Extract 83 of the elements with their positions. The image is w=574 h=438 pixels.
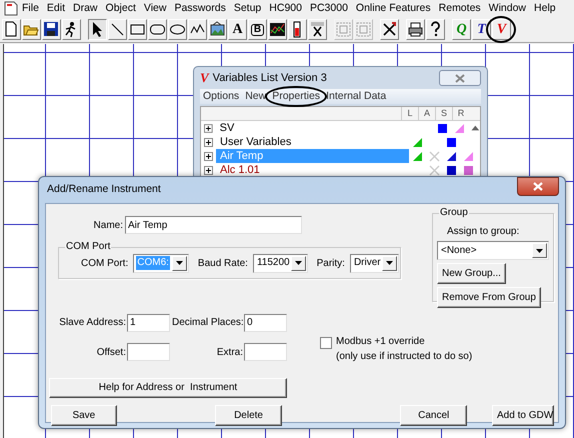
save-icon bbox=[43, 21, 60, 38]
checkbox-note: (only use if instructed to do so) bbox=[336, 350, 472, 364]
close-icon bbox=[533, 182, 543, 191]
expand-icon bbox=[204, 152, 213, 160]
group-legend: Group bbox=[439, 206, 469, 220]
cross-icon bbox=[429, 164, 440, 176]
line-icon bbox=[109, 21, 126, 38]
field-label: Extra: bbox=[216, 346, 244, 360]
tool-button[interactable]: A bbox=[228, 19, 247, 40]
dialog-button[interactable]: Save bbox=[51, 405, 117, 426]
expand-icon bbox=[204, 166, 213, 174]
menu-item[interactable]: Internal Data bbox=[323, 88, 390, 104]
help-button[interactable]: Help for Address or Instrument bbox=[49, 378, 287, 398]
dialog-button[interactable]: Cancel bbox=[400, 405, 467, 426]
column-header[interactable]: S bbox=[435, 107, 452, 120]
dropdown-field[interactable]: <None> bbox=[437, 241, 549, 260]
tools-icon bbox=[381, 21, 398, 38]
menu-item[interactable]: HC900 bbox=[265, 1, 306, 16]
menu-item[interactable]: PC3000 bbox=[306, 1, 352, 16]
tool-button[interactable]: B bbox=[248, 19, 267, 40]
dropdown-arrow-icon bbox=[386, 261, 393, 265]
field-label: Name: bbox=[92, 218, 124, 232]
menu-item[interactable]: Help bbox=[530, 1, 560, 16]
menu-item[interactable]: Edit bbox=[42, 1, 70, 16]
dropdown-arrow-icon bbox=[536, 248, 543, 252]
column-header[interactable]: L bbox=[401, 107, 418, 120]
column-header[interactable]: R bbox=[452, 107, 469, 120]
dropdown-arrow-icon bbox=[294, 261, 302, 265]
picture-icon bbox=[209, 21, 226, 38]
name-field[interactable]: Air Temp bbox=[125, 216, 302, 234]
document-icon bbox=[4, 1, 18, 16]
menu-item[interactable]: Options bbox=[200, 88, 242, 104]
expand-icon bbox=[204, 138, 213, 146]
tool-button[interactable]: V bbox=[492, 19, 511, 40]
column-header[interactable]: A bbox=[418, 107, 435, 120]
field-label: Decimal Places: bbox=[172, 316, 244, 330]
group-button[interactable]: Remove From Group bbox=[437, 287, 541, 308]
menu-item[interactable]: File bbox=[18, 1, 43, 16]
text-field[interactable] bbox=[127, 343, 170, 362]
scroll-up-icon bbox=[471, 125, 480, 131]
group-button[interactable]: New Group... bbox=[437, 263, 506, 284]
menu-item[interactable]: Passwords bbox=[170, 1, 230, 16]
field-label: Parity: bbox=[316, 256, 345, 270]
group-icon bbox=[335, 21, 352, 38]
menu-item[interactable]: Window bbox=[484, 1, 530, 16]
close-icon bbox=[455, 74, 465, 82]
menu-item[interactable]: Draw bbox=[69, 1, 102, 16]
group-icon bbox=[355, 21, 372, 38]
field-label: Baud Rate: bbox=[198, 256, 248, 270]
text-field[interactable]: 0 bbox=[244, 314, 287, 332]
tree-item[interactable]: User Variables bbox=[216, 135, 409, 149]
dropdown-field[interactable]: 115200 bbox=[252, 254, 308, 272]
expand-icon bbox=[204, 124, 213, 132]
menu-item[interactable]: Object bbox=[102, 1, 140, 16]
checkbox[interactable] bbox=[320, 337, 332, 349]
menu-item[interactable]: Online Features bbox=[352, 1, 435, 16]
chart-icon bbox=[269, 21, 286, 38]
dialog-title: Add/Rename Instrument bbox=[47, 182, 161, 198]
crossed-tool-icon bbox=[309, 21, 326, 38]
field-label: Offset: bbox=[96, 346, 127, 360]
text-field[interactable] bbox=[244, 343, 287, 362]
close-button[interactable] bbox=[517, 177, 559, 196]
menu-item[interactable]: Remotes bbox=[434, 1, 485, 16]
tree-item[interactable]: Alc 1.01 bbox=[216, 163, 409, 177]
tool-button[interactable] bbox=[88, 19, 107, 40]
dropdown-arrow-icon bbox=[176, 261, 183, 265]
menu-item[interactable]: View bbox=[140, 1, 170, 16]
tool-button[interactable]: Q bbox=[452, 19, 471, 40]
tree-item[interactable]: SV bbox=[216, 121, 402, 135]
tool-button[interactable]: T bbox=[472, 19, 491, 40]
text-field[interactable]: 1 bbox=[127, 314, 170, 332]
app-logo: V bbox=[200, 69, 209, 88]
dropdown-field[interactable]: Driver bbox=[350, 254, 399, 272]
field-label: Assign to group: bbox=[446, 225, 520, 239]
menu-item[interactable]: Setup bbox=[230, 1, 266, 16]
printer-icon bbox=[407, 21, 424, 38]
field-label: Slave Address: bbox=[58, 316, 127, 330]
field-label: COM Port: bbox=[81, 256, 128, 270]
cross-icon bbox=[429, 150, 440, 162]
dialog-button[interactable]: Delete bbox=[214, 405, 282, 426]
checkbox-label[interactable]: Modbus +1 override bbox=[336, 334, 472, 349]
dialog-button[interactable]: Add to GDW bbox=[492, 405, 554, 426]
window-title: Variables List Version 3 bbox=[212, 70, 327, 86]
